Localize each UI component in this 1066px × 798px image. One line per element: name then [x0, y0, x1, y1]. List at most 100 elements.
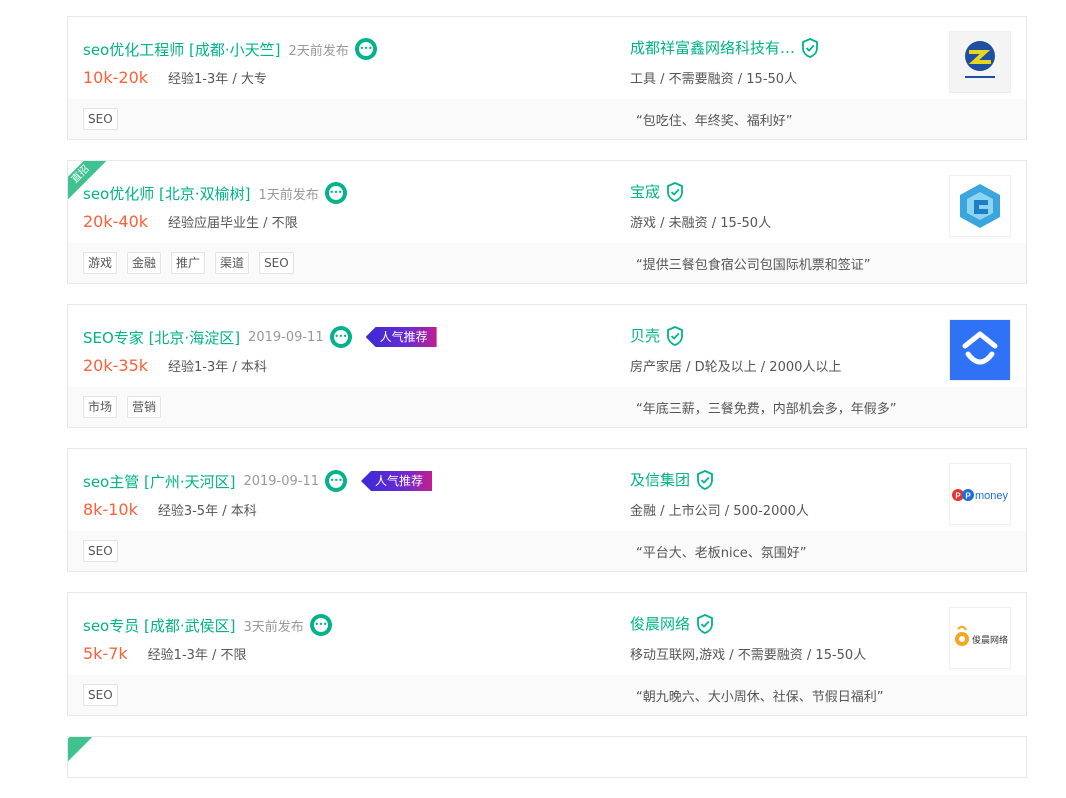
salary-row: 8k-10k 经验3-5年 / 本科 — [83, 500, 257, 519]
baocheng-logo-icon — [960, 184, 1000, 228]
junchen-logo-icon: 俊晨网络 — [955, 625, 1008, 646]
job-list: seo优化工程师 [成都·小天竺] 2天前发布 ••• 10k-20k 经验1-… — [67, 16, 1027, 798]
beike-logo-icon — [950, 320, 1010, 380]
job-title-row: seo优化工程师 [成都·小天竺] 2天前发布 ••• — [83, 37, 377, 61]
chat-icon[interactable]: ••• — [309, 614, 332, 636]
job-requirement: 经验1-3年 / 大专 — [168, 72, 267, 87]
salary: 20k-35k — [83, 356, 149, 375]
publish-time: 2天前发布 — [288, 43, 349, 59]
job-requirement: 经验1-3年 / 本科 — [168, 360, 267, 375]
popular-badge: 人气推荐 — [361, 471, 433, 491]
position-name-link[interactable]: seo主管 [广州·天河区] — [83, 471, 235, 492]
job-card-top: seo优化师 [北京·双榆树] 1天前发布 ••• 20k-40k 经验应届毕业… — [68, 161, 1026, 243]
svg-text:P: P — [955, 492, 961, 501]
company-name-link[interactable]: 及信集团 — [630, 469, 690, 490]
company-advantage: “年底三薪，三餐免费，内部机会多，年假多” — [636, 402, 897, 417]
company-name-link[interactable]: 宝宬 — [630, 181, 660, 202]
popular-badge: 人气推荐 — [365, 327, 437, 347]
company-name-link[interactable]: 成都祥富鑫网络科技有… — [630, 37, 795, 58]
verified-shield-icon — [667, 181, 683, 202]
company-industry: 金融 / 上市公司 / 500-2000人 — [630, 504, 809, 519]
job-tag[interactable]: 游戏 — [83, 252, 118, 274]
position-name-link[interactable]: seo优化工程师 [成都·小天竺] — [83, 39, 280, 60]
ppmoney-logo-icon: P P money — [952, 489, 1009, 502]
company-industry: 房产家居 / D轮及以上 / 2000人以上 — [630, 360, 842, 375]
job-title-row: seo优化师 [北京·双榆树] 1天前发布 ••• — [83, 181, 347, 205]
company-row: 宝宬 — [630, 181, 684, 202]
salary: 10k-20k — [83, 68, 149, 87]
position-name-link[interactable]: seo专员 [成都·武侯区] — [83, 615, 235, 636]
salary: 5k-7k — [83, 644, 128, 663]
position-name-link[interactable]: SEO专家 [北京·海淀区] — [83, 327, 240, 348]
company-name-link[interactable]: 贝壳 — [630, 325, 660, 346]
job-tag[interactable]: SEO — [83, 540, 118, 562]
job-tag[interactable]: SEO — [83, 108, 118, 130]
job-card-top: seo专员 [成都·武侯区] 3天前发布 ••• 5k-7k 经验1-3年 / … — [68, 593, 1026, 675]
salary-row: 20k-35k 经验1-3年 / 本科 — [83, 356, 267, 375]
job-card[interactable]: SEO专家 [北京·海淀区] 2019-09-11 ••• 人气推荐 20k-3… — [67, 304, 1027, 428]
chat-icon[interactable]: ••• — [325, 470, 348, 492]
job-title-row: SEO专家 [北京·海淀区] 2019-09-11 ••• 人气推荐 — [83, 325, 437, 349]
job-tag[interactable]: 市场 — [83, 396, 118, 418]
company-industry: 游戏 / 未融资 / 15-50人 — [630, 216, 772, 231]
job-card[interactable]: 直招 seo优化师 [北京·双榆树] 1天前发布 ••• 20k-40k 经验应… — [67, 160, 1027, 284]
salary-row: 5k-7k 经验1-3年 / 不限 — [83, 644, 247, 663]
company-industry: 移动互联网,游戏 / 不需要融资 / 15-50人 — [630, 648, 867, 663]
job-tags: 游戏 金融 推广 渠道 SEO — [83, 252, 304, 274]
publish-time: 1天前发布 — [258, 187, 319, 203]
company-row: 及信集团 — [630, 469, 714, 490]
job-tag[interactable]: SEO — [259, 252, 294, 274]
job-tags: SEO — [83, 108, 128, 130]
job-title-row: seo专员 [成都·武侯区] 3天前发布 ••• — [83, 613, 332, 637]
job-requirement: 经验3-5年 / 本科 — [157, 504, 257, 519]
job-card-top: SEO专家 [北京·海淀区] 2019-09-11 ••• 人气推荐 20k-3… — [68, 305, 1026, 387]
job-requirement: 经验1-3年 / 不限 — [147, 648, 247, 663]
company-logo[interactable] — [949, 175, 1011, 237]
job-tags: SEO — [83, 540, 128, 562]
job-tags: 市场 营销 — [83, 396, 171, 418]
job-title-row: seo主管 [广州·天河区] 2019-09-11 ••• 人气推荐 — [83, 469, 433, 493]
job-card-top: seo主管 [广州·天河区] 2019-09-11 ••• 人气推荐 8k-10… — [68, 449, 1026, 531]
position-name-link[interactable]: seo优化师 [北京·双榆树] — [83, 183, 250, 204]
publish-time: 3天前发布 — [243, 619, 304, 635]
company-industry: 工具 / 不需要融资 / 15-50人 — [630, 72, 798, 87]
junchen-logo-text: 俊晨网络 — [972, 634, 1008, 646]
svg-text:P: P — [965, 492, 971, 501]
job-tag[interactable]: 渠道 — [215, 252, 250, 274]
job-card[interactable]: seo专员 [成都·武侯区] 3天前发布 ••• 5k-7k 经验1-3年 / … — [67, 592, 1027, 716]
job-card-bottom: 市场 营销 “年底三薪，三餐免费，内部机会多，年假多” — [68, 387, 1026, 427]
ppmoney-logo-text: money — [975, 490, 1009, 502]
company-advantage: “朝九晚六、大小周休、社保、节假日福利” — [636, 690, 884, 705]
company-row: 成都祥富鑫网络科技有… — [630, 37, 819, 58]
job-card[interactable]: seo优化工程师 [成都·小天竺] 2天前发布 ••• 10k-20k 经验1-… — [67, 16, 1027, 140]
job-tag[interactable]: SEO — [83, 684, 118, 706]
job-card-bottom: SEO “包吃住、年终奖、福利好” — [68, 99, 1026, 139]
chat-icon[interactable]: ••• — [324, 182, 347, 204]
job-requirement: 经验应届毕业生 / 不限 — [168, 216, 298, 231]
publish-time: 2019-09-11 — [243, 473, 320, 489]
chat-icon[interactable]: ••• — [329, 326, 352, 348]
company-logo[interactable] — [949, 31, 1011, 93]
company-advantage: “包吃住、年终奖、福利好” — [636, 114, 793, 129]
verified-shield-icon — [667, 325, 683, 346]
job-tag[interactable]: 推广 — [171, 252, 206, 274]
publish-time: 2019-09-11 — [248, 329, 324, 345]
company-row: 贝壳 — [630, 325, 684, 346]
company-logo[interactable]: 俊晨网络 — [949, 607, 1011, 669]
direct-hire-flag-partial — [68, 737, 112, 768]
job-tag[interactable]: 营销 — [127, 396, 162, 418]
company-logo[interactable]: P P money — [949, 463, 1011, 525]
company-name-link[interactable]: 俊晨网络 — [630, 613, 690, 634]
chat-icon[interactable]: ••• — [354, 38, 377, 60]
job-tag[interactable]: 金融 — [127, 252, 162, 274]
verified-shield-icon — [802, 37, 818, 58]
company-logo[interactable] — [949, 319, 1011, 381]
salary-row: 10k-20k 经验1-3年 / 大专 — [83, 68, 267, 87]
job-card[interactable]: seo主管 [广州·天河区] 2019-09-11 ••• 人气推荐 8k-10… — [67, 448, 1027, 572]
job-tags: SEO — [83, 684, 128, 706]
company-advantage: “提供三餐包食宿公司包国际机票和签证” — [636, 258, 871, 273]
salary: 20k-40k — [83, 212, 149, 231]
job-card-bottom: SEO “朝九晚六、大小周休、社保、节假日福利” — [68, 675, 1026, 715]
job-card-partial[interactable] — [67, 736, 1027, 778]
xiangfuxin-logo-icon — [950, 32, 1010, 92]
